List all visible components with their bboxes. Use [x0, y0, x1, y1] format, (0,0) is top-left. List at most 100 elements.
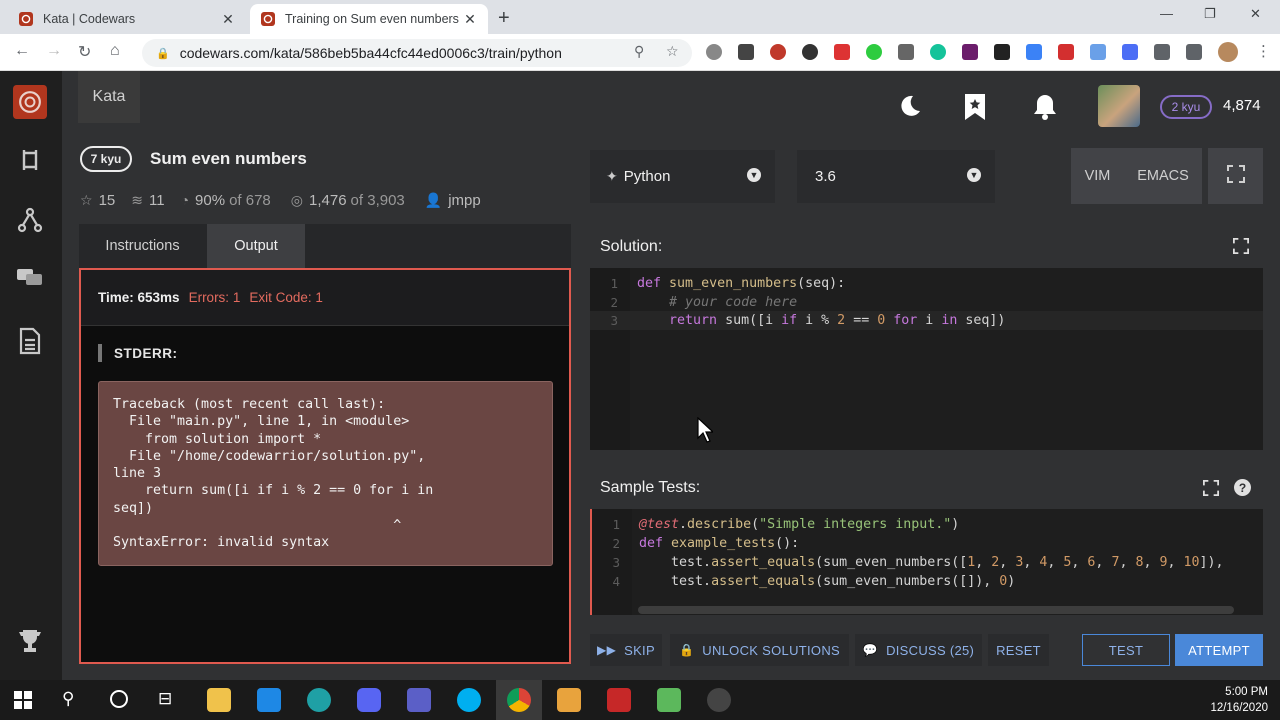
back-icon[interactable]: ←: [14, 42, 30, 60]
reading-list-icon[interactable]: [1186, 44, 1202, 60]
horizontal-scrollbar[interactable]: [638, 606, 1234, 614]
collections-stat[interactable]: ≋ 11: [131, 192, 164, 209]
new-tab-icon[interactable]: +: [498, 7, 510, 30]
trophy-icon[interactable]: [13, 624, 47, 658]
author-stat[interactable]: 👤 jmpp: [425, 192, 481, 209]
notification-bell-icon[interactable]: [1032, 93, 1058, 126]
extensions-puzzle-icon[interactable]: [1154, 44, 1170, 60]
practice-icon[interactable]: [13, 143, 47, 177]
code-text: @test.describe("Simple integers input."): [639, 517, 960, 532]
close-tab-icon[interactable]: ✕: [462, 11, 478, 28]
code-text: test.assert_equals(sum_even_numbers([1, …: [639, 555, 1224, 570]
chrome-taskbar-active[interactable]: [496, 680, 542, 720]
extension-icon[interactable]: [994, 44, 1010, 60]
restore-icon[interactable]: ❐: [1204, 6, 1216, 22]
nav-tab-kata[interactable]: Kata: [78, 71, 140, 123]
bookmark-star-icon[interactable]: [964, 93, 986, 126]
user-avatar[interactable]: [1098, 85, 1140, 127]
edge-icon[interactable]: [307, 688, 331, 712]
tab-instructions[interactable]: Instructions: [79, 224, 206, 268]
expand-icon[interactable]: [1233, 238, 1249, 259]
extension-icon[interactable]: [962, 44, 978, 60]
user-rank-badge: 2 kyu: [1160, 95, 1212, 119]
codewars-logo-icon[interactable]: [13, 85, 47, 119]
reset-button[interactable]: RESET: [988, 634, 1049, 666]
line-number: 2: [610, 295, 618, 310]
window-close-icon[interactable]: ✕: [1250, 6, 1261, 22]
extension-icon[interactable]: [834, 44, 850, 60]
chevron-down-icon: ▼: [747, 168, 761, 182]
gauge-icon: ◔: [180, 192, 190, 208]
docs-icon[interactable]: [13, 324, 47, 358]
discord-icon[interactable]: [357, 688, 381, 712]
extension-icon[interactable]: [770, 44, 786, 60]
profile-avatar[interactable]: [1218, 42, 1238, 62]
output-panel: Time: 653ms Errors: 1 Exit Code: 1 STDER…: [79, 268, 571, 664]
browser-tab-training[interactable]: Training on Sum even numbers | ✕: [250, 4, 488, 34]
version-select[interactable]: 3.6 ▼: [797, 150, 995, 203]
zoom-icon[interactable]: ⚲: [634, 43, 644, 60]
line-number: 1: [612, 517, 620, 532]
code-line: 3 test.assert_equals(sum_even_numbers([1…: [592, 553, 1263, 572]
grammarly-icon[interactable]: [930, 44, 946, 60]
skype-icon[interactable]: [457, 688, 481, 712]
output-summary: Time: 653ms Errors: 1 Exit Code: 1: [81, 270, 569, 326]
task-view-icon[interactable]: ⊟: [158, 689, 172, 709]
help-icon[interactable]: ?: [1234, 479, 1251, 496]
code-text: return sum([i if i % 2 == 0 for i in seq…: [669, 313, 1006, 328]
solution-editor[interactable]: 1 def sum_even_numbers(seq): 2 # your co…: [590, 268, 1263, 450]
windows-taskbar: ⚲ ⊟ 5:00 PM 12/16/2020: [0, 680, 1280, 720]
browser-tab-kata[interactable]: Kata | Codewars ✕: [8, 4, 246, 34]
language-select[interactable]: ✦ Python ▼: [590, 150, 775, 203]
windows-start-icon[interactable]: [14, 691, 32, 714]
expand-icon[interactable]: [1203, 480, 1219, 501]
home-icon[interactable]: ⌂: [110, 42, 120, 60]
stars-stat[interactable]: ☆ 15: [80, 192, 115, 209]
extension-icon[interactable]: [898, 44, 914, 60]
stars-count: 15: [98, 191, 116, 209]
unlock-solutions-button[interactable]: 🔒 UNLOCK SOLUTIONS: [670, 634, 849, 666]
extension-icon[interactable]: [1122, 44, 1138, 60]
network-icon[interactable]: [13, 203, 47, 237]
minimize-icon[interactable]: —: [1160, 6, 1173, 21]
system-clock[interactable]: 5:00 PM 12/16/2020: [1210, 684, 1268, 716]
reload-icon[interactable]: ↻: [78, 42, 91, 62]
dark-mode-moon-icon[interactable]: [898, 94, 922, 123]
bookmark-star-icon[interactable]: ☆: [666, 43, 679, 60]
skip-button[interactable]: ▶▶ SKIP: [590, 634, 662, 666]
tab-output[interactable]: Output: [207, 224, 305, 268]
teams-icon[interactable]: [407, 688, 431, 712]
search-icon[interactable]: ⚲: [62, 689, 74, 709]
close-tab-icon[interactable]: ✕: [220, 11, 236, 28]
extension-icon[interactable]: [1026, 44, 1042, 60]
fullscreen-button[interactable]: [1208, 148, 1263, 204]
extension-icon[interactable]: [802, 44, 818, 60]
completed-stat: ◎ 1,476 of 3,903: [291, 192, 409, 209]
chevron-down-icon: ▼: [967, 168, 981, 182]
file-explorer-icon[interactable]: [207, 688, 231, 712]
pdf-extension-icon[interactable]: [1058, 44, 1074, 60]
mail-icon[interactable]: [257, 688, 281, 712]
solution-header: Solution:: [590, 226, 1263, 268]
url-text: codewars.com/kata/586beb5ba44cfc44ed0006…: [179, 45, 562, 61]
rocket-extension-icon[interactable]: [738, 44, 754, 60]
forward-icon[interactable]: →: [46, 42, 62, 60]
app-icon[interactable]: [657, 688, 681, 712]
extension-icon[interactable]: [866, 44, 882, 60]
acrobat-icon[interactable]: [607, 688, 631, 712]
codewars-sidebar: [0, 71, 62, 680]
cortana-icon[interactable]: [110, 690, 128, 708]
chrome-menu-icon[interactable]: ⋮: [1256, 42, 1271, 60]
vim-mode-button[interactable]: VIM: [1071, 148, 1124, 204]
emacs-mode-button[interactable]: EMACS: [1124, 148, 1202, 204]
test-button[interactable]: TEST: [1082, 634, 1170, 666]
url-field[interactable]: 🔒 codewars.com/kata/586beb5ba44cfc44ed00…: [142, 39, 692, 67]
discuss-button[interactable]: 💬 DISCUSS (25): [855, 634, 982, 666]
obs-icon[interactable]: [707, 688, 731, 712]
sample-tests-editor[interactable]: 1 @test.describe("Simple integers input.…: [590, 509, 1263, 615]
extension-icon[interactable]: [706, 44, 722, 60]
docs-extension-icon[interactable]: [1090, 44, 1106, 60]
chat-icon[interactable]: [13, 261, 47, 295]
app-icon[interactable]: [557, 688, 581, 712]
attempt-button[interactable]: ATTEMPT: [1175, 634, 1263, 666]
